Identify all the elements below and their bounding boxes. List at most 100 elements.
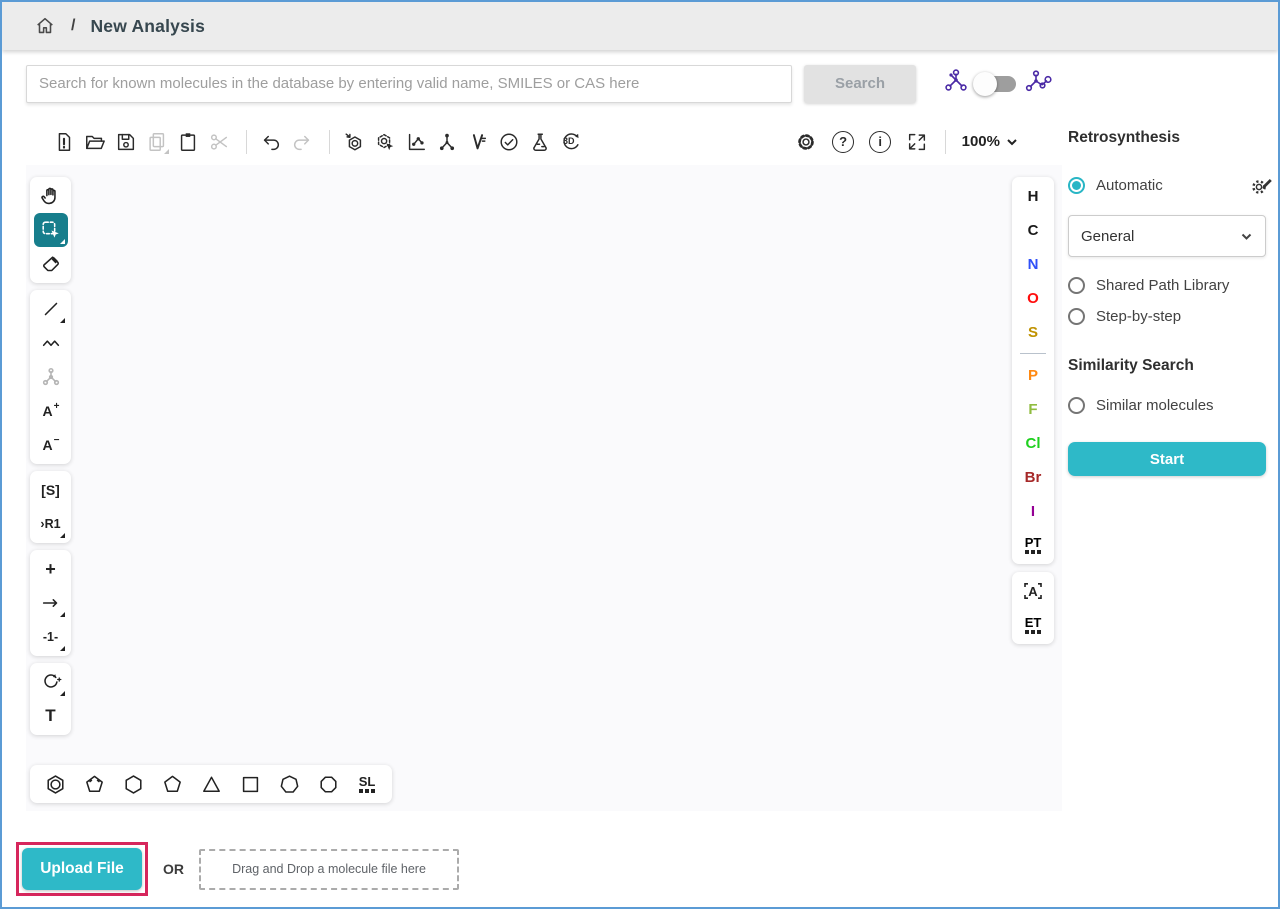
analysis-panel: Retrosynthesis Automatic General Shared … — [1064, 117, 1280, 907]
charge-plus-tool[interactable]: A+ — [34, 394, 68, 428]
search-input[interactable] — [26, 65, 792, 103]
template-cyclopentadiene[interactable] — [79, 769, 109, 799]
molecule-polymer-toggle[interactable] — [978, 76, 1016, 92]
step-by-step-option[interactable]: Step-by-step — [1068, 308, 1280, 325]
similar-molecules-option[interactable]: Similar molecules — [1068, 397, 1280, 414]
automatic-option[interactable]: Automatic — [1068, 172, 1280, 199]
breadcrumb-separator: / — [71, 17, 75, 35]
calculated-values-icon[interactable] — [526, 128, 553, 155]
template-cycloheptane[interactable] — [274, 769, 304, 799]
aromatize-icon[interactable] — [340, 128, 367, 155]
model-select[interactable]: General — [1068, 215, 1266, 257]
element-s[interactable]: S — [1015, 315, 1051, 349]
r-group-tool[interactable]: ›R1 — [34, 507, 68, 541]
clean-up-icon[interactable] — [433, 128, 460, 155]
cut-icon[interactable] — [205, 128, 232, 155]
element-br[interactable]: Br — [1015, 460, 1051, 494]
upload-highlight-annotation: Upload File — [16, 842, 148, 896]
palette-divider — [1020, 353, 1046, 354]
stereochemistry-tool[interactable] — [34, 360, 68, 394]
editor-toolbar: 3D ? i 100% — [2, 118, 1062, 165]
copy-dropdown-indicator — [164, 149, 169, 154]
or-label: OR — [163, 861, 184, 877]
charge-minus-tool[interactable]: A− — [34, 428, 68, 462]
save-icon[interactable] — [112, 128, 139, 155]
upload-file-button[interactable]: Upload File — [22, 848, 142, 890]
similar-molecules-radio[interactable] — [1068, 397, 1085, 414]
element-p[interactable]: P — [1015, 358, 1051, 392]
drawing-canvas[interactable]: A+ A− [S] ›R1 + — [26, 165, 1062, 811]
template-cyclobutane[interactable] — [235, 769, 265, 799]
drag-drop-zone[interactable]: Drag and Drop a molecule file here — [199, 849, 459, 890]
template-benzene[interactable] — [40, 769, 70, 799]
element-c[interactable]: C — [1015, 213, 1051, 247]
toolbar-separator — [246, 130, 247, 154]
extended-table-button[interactable]: ET — [1015, 608, 1051, 642]
erase-tool[interactable] — [34, 247, 68, 281]
element-cl[interactable]: Cl — [1015, 426, 1051, 460]
s-group-tool[interactable]: [S] — [34, 473, 68, 507]
open-file-icon[interactable] — [81, 128, 108, 155]
paste-icon[interactable] — [174, 128, 201, 155]
template-bar: SL — [30, 765, 392, 803]
dearomatize-icon[interactable] — [371, 128, 398, 155]
page-title: New Analysis — [90, 16, 205, 37]
settings-icon[interactable] — [793, 128, 820, 155]
calculate-cip-icon[interactable] — [464, 128, 491, 155]
selection-tool[interactable] — [34, 213, 68, 247]
model-settings-icon[interactable] — [1250, 172, 1274, 199]
tool-group-groups: [S] ›R1 — [30, 471, 71, 543]
upload-section: Upload File OR Drag and Drop a molecule … — [16, 842, 459, 896]
clear-canvas-icon[interactable] — [50, 128, 77, 155]
structure-library-button[interactable]: SL — [352, 769, 382, 799]
info-icon[interactable]: i — [867, 128, 894, 155]
reaction-plus-tool[interactable]: + — [34, 552, 68, 586]
home-icon[interactable] — [34, 15, 56, 37]
template-cyclooctane[interactable] — [313, 769, 343, 799]
toggle-knob[interactable] — [973, 72, 997, 96]
any-atom-button[interactable]: A — [1015, 574, 1051, 608]
chain-tool[interactable] — [34, 326, 68, 360]
structure-library-dots — [359, 789, 375, 793]
element-card: H C N O S P F Cl Br I PT — [1012, 177, 1054, 564]
tool-group-draw: A+ A− — [30, 290, 71, 464]
rotate-tool[interactable] — [34, 665, 68, 699]
automatic-radio[interactable] — [1068, 177, 1085, 194]
start-button[interactable]: Start — [1068, 442, 1266, 476]
single-molecule-icon — [942, 67, 970, 100]
bond-tool[interactable] — [34, 292, 68, 326]
copy-icon[interactable] — [143, 128, 170, 155]
toolbar-separator — [329, 130, 330, 154]
periodic-table-dots — [1025, 550, 1041, 554]
undo-icon[interactable] — [257, 128, 284, 155]
retrosynthesis-title: Retrosynthesis — [1068, 129, 1280, 147]
tool-group-misc: T — [30, 663, 71, 735]
drag-drop-label: Drag and Drop a molecule file here — [232, 862, 426, 876]
layout-icon[interactable] — [402, 128, 429, 155]
template-cyclohexane[interactable] — [118, 769, 148, 799]
help-icon[interactable]: ? — [830, 128, 857, 155]
hand-tool[interactable] — [34, 179, 68, 213]
reaction-mapping-tool[interactable]: -1- — [34, 620, 68, 654]
redo-icon[interactable] — [288, 128, 315, 155]
element-o[interactable]: O — [1015, 281, 1051, 315]
element-n[interactable]: N — [1015, 247, 1051, 281]
template-cyclopentane[interactable] — [157, 769, 187, 799]
element-f[interactable]: F — [1015, 392, 1051, 426]
search-button[interactable]: Search — [804, 65, 916, 103]
template-cyclopropane[interactable] — [196, 769, 226, 799]
toolbar-separator — [945, 130, 946, 154]
fullscreen-icon[interactable] — [904, 128, 931, 155]
reaction-arrow-tool[interactable] — [34, 586, 68, 620]
similarity-title: Similarity Search — [1068, 357, 1280, 375]
zoom-select[interactable]: 100% — [956, 132, 1024, 151]
periodic-table-button[interactable]: PT — [1015, 528, 1051, 562]
3d-viewer-icon[interactable]: 3D — [557, 128, 584, 155]
shared-path-radio[interactable] — [1068, 277, 1085, 294]
check-structure-icon[interactable] — [495, 128, 522, 155]
text-tool[interactable]: T — [34, 699, 68, 733]
shared-path-option[interactable]: Shared Path Library — [1068, 277, 1280, 294]
step-by-step-radio[interactable] — [1068, 308, 1085, 325]
element-h[interactable]: H — [1015, 179, 1051, 213]
element-i[interactable]: I — [1015, 494, 1051, 528]
